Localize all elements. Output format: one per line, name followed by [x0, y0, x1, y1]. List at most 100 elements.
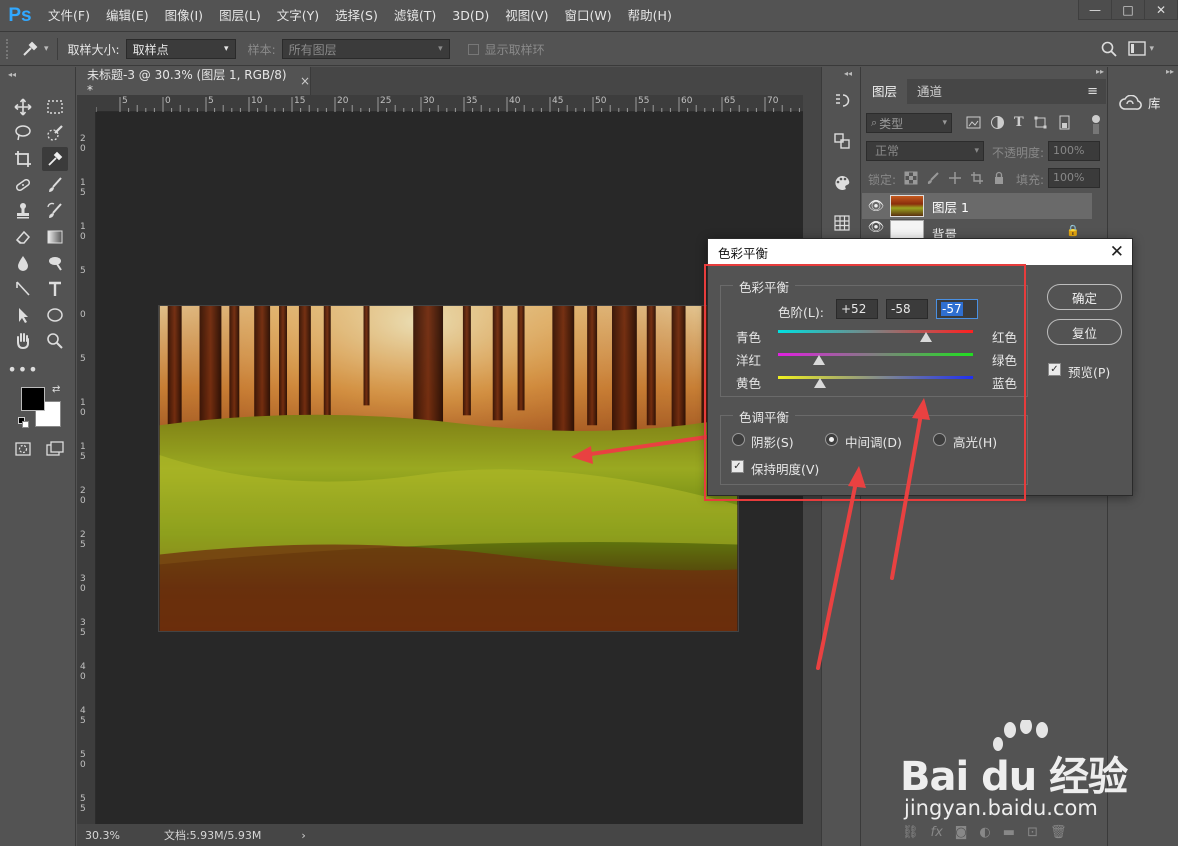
dodge-tool-icon[interactable]	[42, 251, 68, 275]
pen-tool-icon[interactable]	[10, 277, 36, 301]
chevron-down-icon: ▾	[974, 146, 979, 156]
reset-button[interactable]: 复位	[1047, 319, 1122, 345]
blend-mode-select[interactable]: 正常 ▾	[866, 141, 984, 161]
search-icon[interactable]	[1100, 40, 1118, 61]
layer-row[interactable]: 👁 背景 🔒	[862, 220, 1092, 238]
menu-filter[interactable]: 滤镜(T)	[386, 0, 444, 32]
lock-artboard-icon[interactable]	[970, 171, 984, 188]
collapse-dock-icon[interactable]: ◂◂	[844, 69, 852, 78]
layer-row[interactable]: 👁 图层 1	[862, 193, 1092, 219]
lasso-tool-icon[interactable]	[10, 121, 36, 145]
blur-tool-icon[interactable]	[10, 251, 36, 275]
maximize-button[interactable]: □	[1111, 0, 1145, 20]
filter-adjustment-icon[interactable]	[990, 115, 1005, 133]
path-selection-tool-icon[interactable]	[10, 303, 36, 327]
quick-selection-tool-icon[interactable]	[42, 121, 68, 145]
menu-select[interactable]: 选择(S)	[327, 0, 386, 32]
history-panel-icon[interactable]	[832, 91, 852, 114]
menu-edit[interactable]: 编辑(E)	[98, 0, 157, 32]
status-menu-arrow[interactable]: ›	[301, 829, 305, 842]
panel-menu-icon[interactable]: ≡	[1087, 84, 1098, 99]
lock-transparent-icon[interactable]	[904, 171, 918, 188]
filter-shape-icon[interactable]	[1033, 115, 1048, 133]
gradient-tool-icon[interactable]	[42, 225, 68, 249]
more-tools-icon[interactable]: •••	[7, 357, 37, 381]
ruler-v-tick-label: 2 5	[80, 530, 86, 550]
menu-type[interactable]: 文字(Y)	[269, 0, 327, 32]
forest-image[interactable]	[158, 305, 739, 632]
ellipse-tool-icon[interactable]	[42, 303, 68, 327]
ruler-h-tick-label: 35	[466, 96, 478, 106]
lock-pixels-icon[interactable]	[926, 171, 940, 188]
quick-mask-icon[interactable]	[10, 437, 36, 461]
menu-file[interactable]: 文件(F)	[40, 0, 98, 32]
close-icon[interactable]: ✕	[1110, 242, 1124, 262]
fill-input[interactable]: 100%	[1048, 168, 1100, 188]
healing-brush-tool-icon[interactable]	[10, 173, 36, 197]
swap-colors-icon[interactable]: ⇄	[52, 384, 60, 395]
lock-all-icon[interactable]	[992, 171, 1006, 188]
menu-view[interactable]: 视图(V)	[497, 0, 556, 32]
ruler-h-tick-label: 0	[165, 96, 171, 106]
eraser-tool-icon[interactable]	[10, 225, 36, 249]
color-panel-icon[interactable]	[832, 173, 852, 196]
zoom-tool-icon[interactable]	[42, 329, 68, 353]
crop-tool-icon[interactable]	[10, 147, 36, 171]
lock-position-icon[interactable]	[948, 171, 962, 188]
eye-visibility-icon[interactable]: 👁	[862, 199, 890, 214]
clone-stamp-tool-icon[interactable]	[10, 199, 36, 223]
zoom-level[interactable]: 30.3%	[85, 829, 120, 842]
move-tool-icon[interactable]	[10, 95, 36, 119]
menu-3d[interactable]: 3D(D)	[444, 0, 497, 32]
history-brush-tool-icon[interactable]	[42, 199, 68, 223]
close-tab-icon[interactable]: ×	[300, 74, 310, 88]
fill-value: 100%	[1053, 171, 1085, 184]
collapse-library-icon[interactable]: ▸▸	[1166, 67, 1174, 76]
preview-label[interactable]: 预览(P)	[1068, 362, 1110, 381]
preview-checkbox[interactable]: ✓	[1048, 363, 1061, 376]
hand-tool-icon[interactable]	[10, 329, 36, 353]
swatches-panel-icon[interactable]	[832, 213, 852, 236]
collapse-toolbar-icon[interactable]: ◂◂	[8, 70, 16, 79]
layer-name[interactable]: 背景	[932, 224, 957, 238]
filter-smart-object-icon[interactable]	[1057, 115, 1072, 133]
tab-layers[interactable]: 图层	[862, 79, 908, 104]
eyedropper-preset-icon[interactable]: ▾	[20, 39, 49, 59]
eyedropper-tool-icon[interactable]	[42, 147, 68, 171]
brush-tool-icon[interactable]	[42, 173, 68, 197]
collapse-panel-icon[interactable]: ▸▸	[1096, 67, 1104, 76]
canvas-area[interactable]	[96, 112, 803, 824]
sample-select[interactable]: 所有图层 ▾	[281, 39, 450, 59]
properties-panel-icon[interactable]	[832, 131, 852, 154]
minimize-button[interactable]: —	[1078, 0, 1112, 20]
close-window-button[interactable]: ✕	[1144, 0, 1178, 20]
eye-visibility-icon[interactable]: 👁	[862, 220, 890, 235]
menu-help[interactable]: 帮助(H)	[620, 0, 680, 32]
foreground-color-swatch[interactable]	[21, 387, 45, 411]
tab-channels[interactable]: 通道	[907, 79, 952, 104]
sample-value: 所有图层	[288, 42, 337, 57]
dialog-titlebar[interactable]: 色彩平衡 ✕	[708, 239, 1132, 265]
menu-layer[interactable]: 图层(L)	[211, 0, 269, 32]
default-colors-icon[interactable]	[18, 417, 29, 428]
filter-toggle[interactable]	[1092, 113, 1100, 134]
menu-image[interactable]: 图像(I)	[157, 0, 211, 32]
ok-button[interactable]: 确定	[1047, 284, 1122, 310]
menu-window[interactable]: 窗口(W)	[557, 0, 620, 32]
opacity-input[interactable]: 100%	[1048, 141, 1100, 161]
ruler-horizontal: 5 0 5 10 15 20 25 30 35 40 45 50 55 60 65 70	[96, 95, 803, 112]
filter-type-icon[interactable]: T	[1014, 115, 1024, 133]
workspace-switcher-icon[interactable]: ▾	[1128, 41, 1154, 57]
layer-filter-select[interactable]: ⌕ 类型 ▾	[866, 113, 952, 133]
screen-mode-icon[interactable]	[42, 437, 68, 461]
marquee-tool-icon[interactable]	[42, 95, 68, 119]
libraries-button[interactable]: 库	[1118, 93, 1161, 112]
layer-name[interactable]: 图层 1	[932, 197, 969, 216]
show-ring-checkbox[interactable]	[467, 43, 479, 55]
sample-size-select[interactable]: 取样点 ▾	[125, 39, 236, 59]
document-tab[interactable]: 未标题-3 @ 30.3% (图层 1, RGB/8) * ×	[77, 67, 311, 97]
ruler-v-tick-label: 5	[80, 354, 86, 364]
type-tool-icon[interactable]	[42, 277, 68, 301]
options-grip	[6, 39, 16, 59]
filter-pixel-icon[interactable]	[966, 115, 981, 133]
